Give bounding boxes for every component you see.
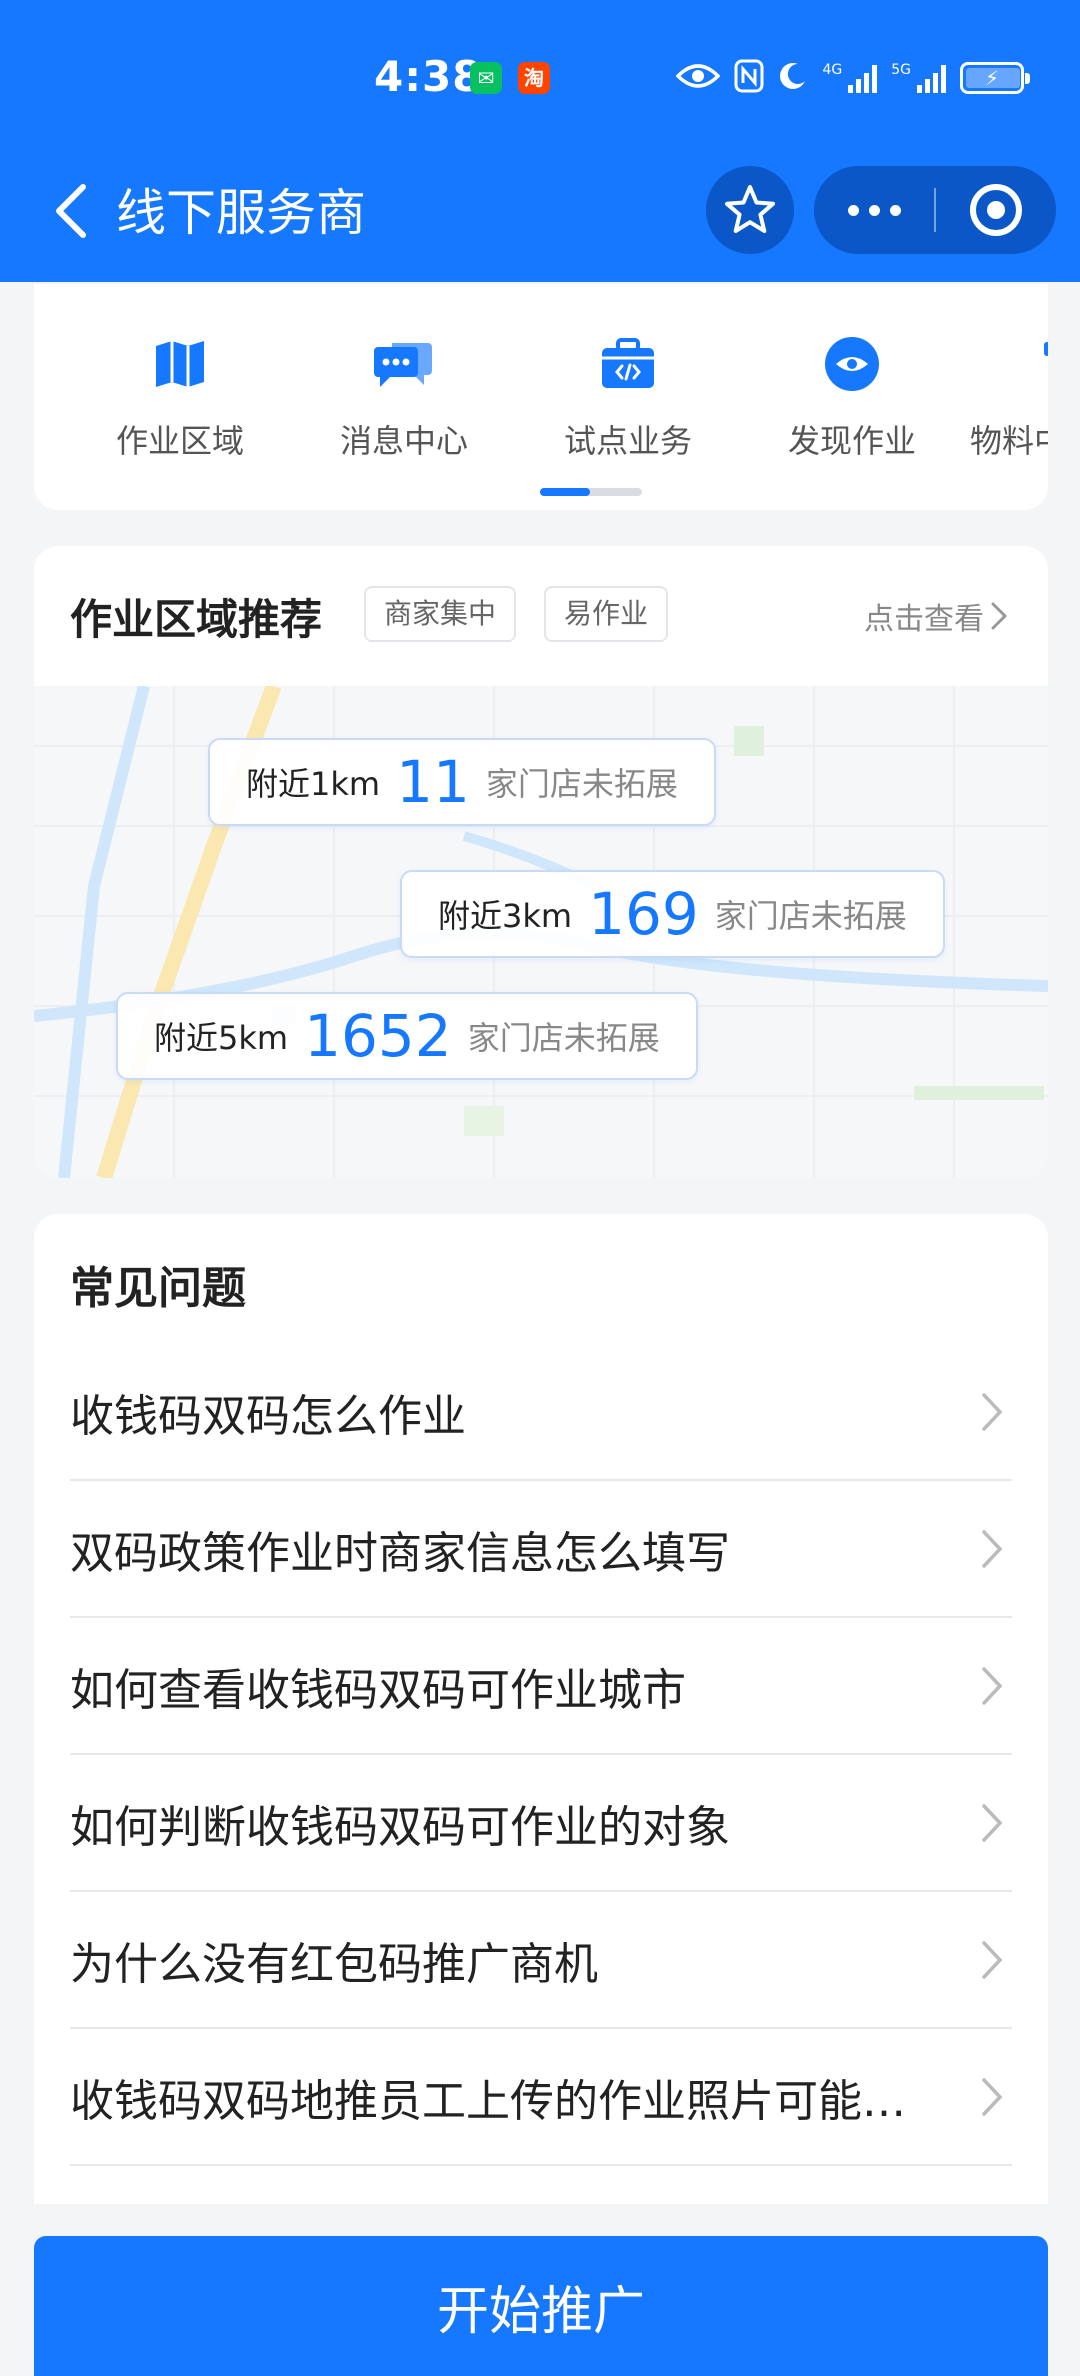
shortcut-label: 作业区域 <box>115 422 244 460</box>
battery-icon: ⚡ <box>960 62 1030 94</box>
chevron-right-icon <box>972 1392 1012 1432</box>
signal-5g-icon: 5G <box>891 63 946 93</box>
status-bar: 4:38 ✉ 淘 4G 5G ⚡ <box>0 0 1080 150</box>
start-promotion-button[interactable]: 开始推广 <box>34 2236 1048 2376</box>
faq-list: 收钱码双码怎么作业 双码政策作业时商家信息怎么填写 如何查看收钱码双码可作业城市… <box>70 1344 1012 2166</box>
eye-icon <box>822 334 882 394</box>
faq-question: 收钱码双码怎么作业 <box>70 1390 466 1442</box>
stat-3km[interactable]: 附近3km 169 家门店未拓展 <box>400 870 945 958</box>
moon-icon <box>778 61 808 95</box>
stat-distance: 附近3km <box>438 897 573 935</box>
signal-5g-label: 5G <box>891 62 911 78</box>
view-link-label: 点击查看 <box>864 602 984 637</box>
stat-distance: 附近1km <box>246 765 381 803</box>
stat-count: 1652 <box>304 1002 452 1070</box>
stat-count: 11 <box>396 748 470 816</box>
charging-bolt-icon: ⚡ <box>984 66 1000 90</box>
faq-title: 常见问题 <box>70 1263 246 1314</box>
stat-count: 169 <box>588 880 699 948</box>
scroll-indicator <box>540 488 642 496</box>
material-box-icon <box>1040 334 1048 394</box>
section-title: 作业区域推荐 <box>70 595 323 644</box>
chevron-right-icon <box>991 602 1008 630</box>
favorite-button[interactable] <box>706 166 794 254</box>
book-map-icon <box>150 334 210 394</box>
faq-item[interactable]: 收钱码双码怎么作业 <box>70 1344 1012 1481</box>
shortcut-work-area[interactable]: 作业区域 <box>80 334 280 462</box>
stat-1km[interactable]: 附近1km 11 家门店未拓展 <box>208 738 716 826</box>
stat-desc: 家门店未拓展 <box>485 765 678 803</box>
chevron-left-icon <box>56 184 86 238</box>
shortcut-label: 消息中心 <box>339 422 468 460</box>
chevron-right-icon <box>972 1666 1012 1706</box>
chevron-right-icon <box>972 2077 1012 2117</box>
faq-item[interactable]: 如何查看收钱码双码可作业城市 <box>70 1618 1012 1755</box>
taobao-icon: 淘 <box>518 62 550 94</box>
shortcut-label: 试点业务 <box>563 422 692 460</box>
mini-program-capsule <box>814 166 1056 254</box>
nfc-icon <box>734 59 764 97</box>
faq-question: 双码政策作业时商家信息怎么填写 <box>70 1527 730 1579</box>
faq-question: 收钱码双码地推员工上传的作业照片可能会被驳回的原因 <box>70 2075 940 2127</box>
faq-question: 如何查看收钱码双码可作业城市 <box>70 1664 686 1716</box>
scroll-indicator-thumb <box>540 488 590 496</box>
dot-icon <box>847 204 859 216</box>
faq-item[interactable]: 双码政策作业时商家信息怎么填写 <box>70 1481 1012 1618</box>
target-circle-icon <box>970 184 1022 236</box>
top-bar: 4:38 ✉ 淘 4G 5G ⚡ 线下服务商 <box>0 0 1080 282</box>
star-icon <box>725 185 775 233</box>
chat-bubble-icon <box>374 334 434 394</box>
chevron-right-icon <box>972 1940 1012 1980</box>
status-indicators: 4G 5G ⚡ <box>675 58 1030 98</box>
signal-4g-icon: 4G <box>822 62 878 93</box>
shortcut-bar: 作业区域 消息中心 试点业务 发现作业 物料中 <box>34 284 1048 510</box>
more-button[interactable] <box>814 166 934 254</box>
map-area[interactable]: 附近1km 11 家门店未拓展 附近3km 169 家门店未拓展 附近5km 1… <box>34 683 1048 1178</box>
signal-4g-label: 4G <box>822 62 843 78</box>
chevron-right-icon <box>972 1803 1012 1843</box>
dot-icon <box>889 204 901 216</box>
dot-icon <box>868 204 880 216</box>
stat-5km[interactable]: 附近5km 1652 家门店未拓展 <box>116 992 698 1080</box>
close-program-button[interactable] <box>936 166 1056 254</box>
stat-desc: 家门店未拓展 <box>714 897 907 935</box>
bottom-action-bar: 开始推广 <box>0 2204 1080 2376</box>
tag-easy-work: 易作业 <box>544 586 669 642</box>
stat-distance: 附近5km <box>154 1019 289 1057</box>
shortcut-materials[interactable]: 物料中 <box>970 334 1048 462</box>
eye-comfort-icon <box>675 61 721 95</box>
shortcut-pilot-business[interactable]: 试点业务 <box>528 334 728 462</box>
wechat-icon: ✉ <box>470 62 502 94</box>
page-title: 线下服务商 <box>116 184 366 242</box>
chevron-right-icon <box>972 1529 1012 1569</box>
status-time: 4:38 <box>374 52 483 101</box>
faq-card: 常见问题 收钱码双码怎么作业 双码政策作业时商家信息怎么填写 如何查看收钱码双码… <box>34 1214 1048 2214</box>
faq-question: 为什么没有红包码推广商机 <box>70 1938 598 1990</box>
faq-item[interactable]: 如何判断收钱码双码可作业的对象 <box>70 1755 1012 1892</box>
nav-bar: 线下服务商 <box>0 150 1080 282</box>
tag-merchant-concentrated: 商家集中 <box>364 586 517 642</box>
area-recommend-card: 作业区域推荐 商家集中 易作业 点击查看 附近1km 11 家门店未拓展 附近3… <box>34 546 1048 1178</box>
faq-item[interactable]: 收钱码双码地推员工上传的作业照片可能会被驳回的原因 <box>70 2029 1012 2166</box>
shortcut-message-center[interactable]: 消息中心 <box>304 334 504 462</box>
shortcut-label: 物料中 <box>970 422 1048 460</box>
stat-desc: 家门店未拓展 <box>467 1019 660 1057</box>
view-link[interactable]: 点击查看 <box>864 594 1008 638</box>
faq-item[interactable]: 为什么没有红包码推广商机 <box>70 1892 1012 2029</box>
back-button[interactable] <box>36 176 106 246</box>
shortcut-discover-work[interactable]: 发现作业 <box>752 334 952 462</box>
briefcase-code-icon <box>598 334 658 394</box>
faq-question: 如何判断收钱码双码可作业的对象 <box>70 1801 730 1853</box>
shortcut-label: 发现作业 <box>787 422 916 460</box>
